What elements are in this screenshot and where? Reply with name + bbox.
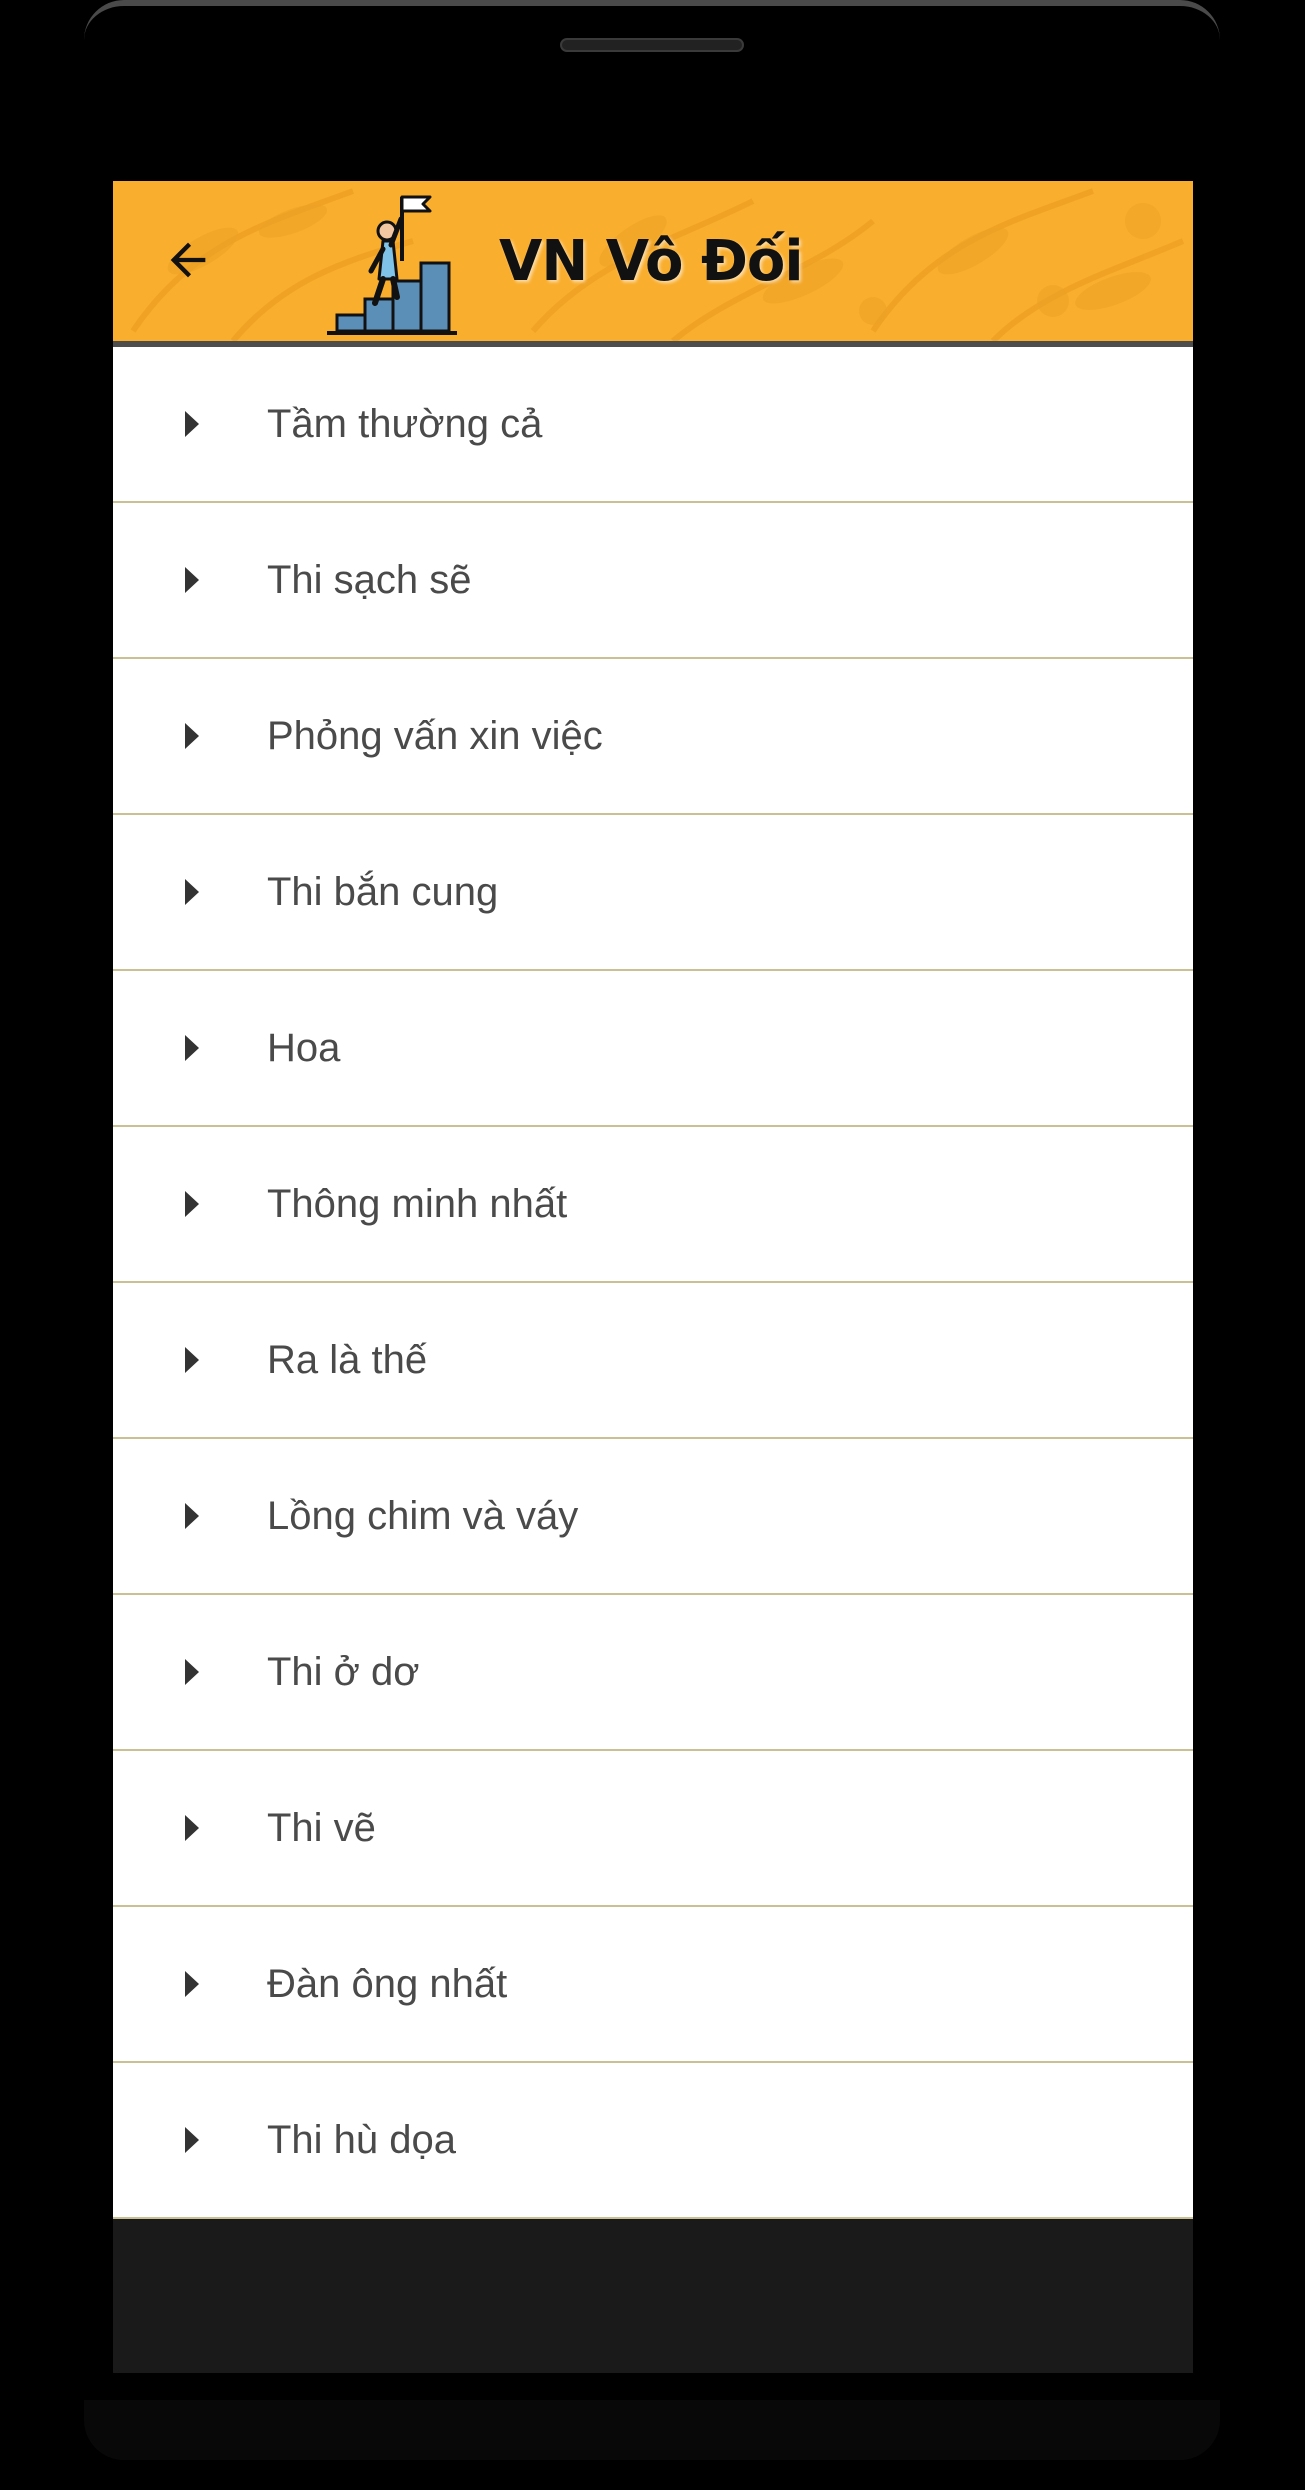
list-item[interactable]: Đàn ông nhất bbox=[113, 1907, 1193, 2063]
list-item-label: Thi ở dơ bbox=[267, 1650, 420, 1694]
list-item[interactable]: Thi ở dơ bbox=[113, 1595, 1193, 1751]
caret-right-icon bbox=[185, 1347, 199, 1373]
caret-right-icon bbox=[185, 1815, 199, 1841]
list-item[interactable]: Tầm thường cả bbox=[113, 347, 1193, 503]
caret-right-icon bbox=[185, 1971, 199, 1997]
phone-bottom-edge bbox=[84, 2400, 1220, 2460]
list-item[interactable]: Thi vẽ bbox=[113, 1751, 1193, 1907]
list-item[interactable]: Hoa bbox=[113, 971, 1193, 1127]
caret-right-icon bbox=[185, 723, 199, 749]
caret-right-icon bbox=[185, 1191, 199, 1217]
topic-list: Tầm thường cả Thi sạch sẽ Phỏng vấn xin vi… bbox=[113, 347, 1193, 2219]
list-item[interactable]: Lồng chim và váy bbox=[113, 1439, 1193, 1595]
list-item-label: Thi hù dọa bbox=[267, 2118, 457, 2162]
caret-right-icon bbox=[185, 1659, 199, 1685]
list-item[interactable]: Thi hù dọa bbox=[113, 2063, 1193, 2219]
list-item-label: Thông minh nhất bbox=[267, 1182, 568, 1226]
list-item[interactable]: Thi sạch sẽ bbox=[113, 503, 1193, 659]
app-bar: VN Vô Đối bbox=[113, 181, 1193, 347]
arrow-left-icon bbox=[170, 242, 206, 278]
phone-top-edge bbox=[84, 0, 1220, 40]
caret-right-icon bbox=[185, 411, 199, 437]
app-screen: VN Vô Đối Tầm thường cả Thi sạch sẽ Phỏng … bbox=[113, 181, 1193, 2373]
list-item[interactable]: Ra là thế bbox=[113, 1283, 1193, 1439]
list-item-label: Phỏng vấn xin việc bbox=[267, 714, 603, 758]
list-item-label: Tầm thường cả bbox=[267, 402, 543, 446]
list-item-label: Đàn ông nhất bbox=[267, 1962, 508, 2006]
back-button[interactable] bbox=[153, 225, 223, 295]
caret-right-icon bbox=[185, 1503, 199, 1529]
list-item[interactable]: Phỏng vấn xin việc bbox=[113, 659, 1193, 815]
caret-right-icon bbox=[185, 2127, 199, 2153]
earpiece-speaker bbox=[560, 38, 744, 52]
caret-right-icon bbox=[185, 879, 199, 905]
list-item-label: Thi sạch sẽ bbox=[267, 558, 472, 602]
list-item-label: Hoa bbox=[267, 1026, 341, 1070]
list-item[interactable]: Thông minh nhất bbox=[113, 1127, 1193, 1283]
list-item-label: Thi bắn cung bbox=[267, 870, 499, 914]
app-title: VN Vô Đối bbox=[499, 229, 804, 294]
caret-right-icon bbox=[185, 567, 199, 593]
list-item[interactable]: Thi bắn cung bbox=[113, 815, 1193, 971]
person-climbing-stairs-flag-icon bbox=[327, 195, 457, 335]
list-item-label: Ra là thế bbox=[267, 1338, 428, 1382]
list-item-label: Lồng chim và váy bbox=[267, 1494, 579, 1538]
caret-right-icon bbox=[185, 1035, 199, 1061]
list-item-label: Thi vẽ bbox=[267, 1806, 376, 1850]
